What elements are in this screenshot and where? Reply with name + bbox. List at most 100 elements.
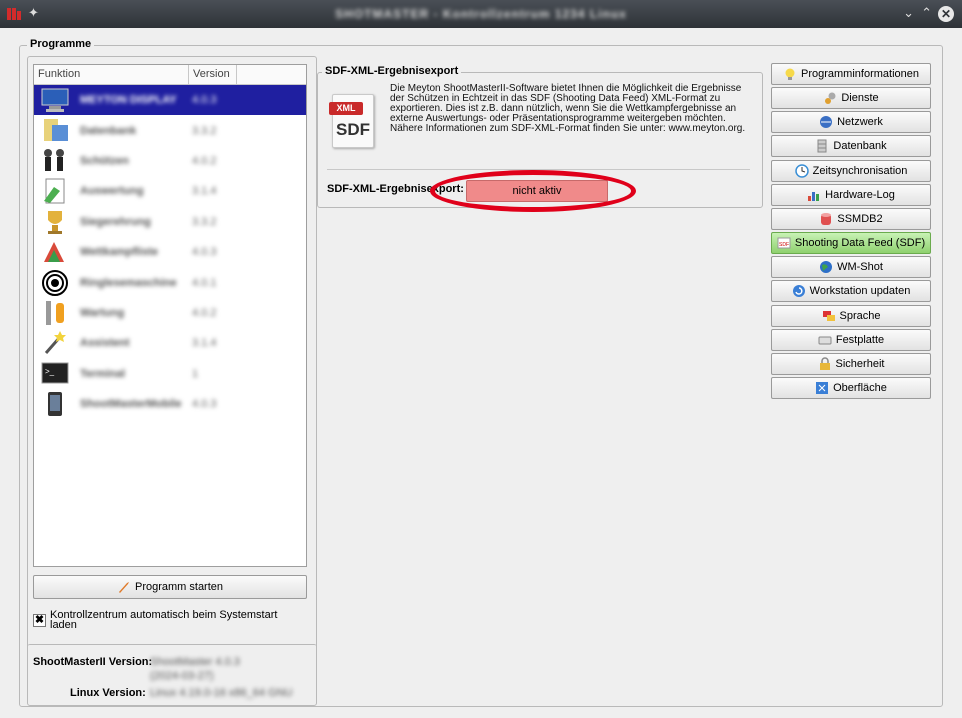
program-version: 3.3.2 <box>192 215 217 228</box>
program-version: 4.0.2 <box>192 306 217 319</box>
gears-icon <box>823 91 837 105</box>
maximize-button[interactable]: ⌃ <box>921 5 932 21</box>
nav-button-zeitsynchronisation[interactable]: Zeitsynchronisation <box>771 159 931 182</box>
nav-button-sprache[interactable]: Sprache <box>771 304 931 327</box>
mobile-icon <box>40 390 72 418</box>
program-list-row[interactable]: >_ Terminal 1 <box>34 359 306 389</box>
shootmaster-version-label: ShootMasterII Version: <box>33 656 153 668</box>
program-version: 4.0.3 <box>192 246 217 259</box>
program-name: Schützen <box>80 154 129 167</box>
computer-icon <box>40 86 72 114</box>
program-version: 4.0.1 <box>192 276 217 289</box>
nav-button-label: Datenbank <box>833 140 887 153</box>
chart-icon <box>807 188 821 202</box>
program-list-row[interactable]: Assistent 3.1.4 <box>34 328 306 358</box>
program-version: 3.1.4 <box>192 185 217 198</box>
autostart-checkbox[interactable]: ✖ <box>33 614 46 627</box>
target-icon <box>40 269 72 297</box>
nav-button-label: Shooting Data Feed (SDF) <box>794 237 926 250</box>
column-header-funktion[interactable]: Funktion <box>34 65 189 84</box>
nav-button-workstation-updaten[interactable]: Workstation updaten <box>771 280 931 303</box>
nav-button-oberfl-che[interactable]: Oberfläche <box>771 376 931 399</box>
program-name: MEYTON DISPLAY <box>80 94 177 107</box>
trophy-icon <box>40 208 72 236</box>
nav-button-label: Hardware-Log <box>825 188 895 201</box>
minimize-button[interactable]: ⌄ <box>903 5 914 21</box>
program-list-row[interactable]: Wartung 4.0.2 <box>34 298 306 328</box>
program-version: 4.0.3 <box>192 398 217 411</box>
programme-group-title: Programme <box>27 38 95 50</box>
lock-icon <box>818 357 832 371</box>
autostart-label: Kontrollzentrum automatisch beim Systems… <box>50 609 278 631</box>
wand-icon <box>40 329 72 357</box>
program-name: Datenbank <box>80 124 137 137</box>
nav-button-programminformationen[interactable]: Programminformationen <box>771 63 931 85</box>
start-program-label: Programm starten <box>134 581 224 593</box>
network-icon <box>819 115 833 129</box>
nav-button-shooting-data-feed-sdf[interactable]: SDF Shooting Data Feed (SDF) <box>771 232 931 255</box>
program-list[interactable]: Funktion Version MEYTON DISPLAY 4.0.3 Date… <box>33 64 307 567</box>
program-name: Wartung <box>80 306 125 319</box>
nav-button-sicherheit[interactable]: Sicherheit <box>771 352 931 375</box>
nav-button-hardware-log[interactable]: Hardware-Log <box>771 183 931 206</box>
program-list-row[interactable]: Schützen 4.0.2 <box>34 146 306 176</box>
start-program-button[interactable]: Programm starten <box>33 575 307 599</box>
rocket-icon <box>117 582 129 593</box>
sdf-description: Die Meyton ShootMasterII-Software bietet… <box>390 83 746 134</box>
linux-version-label: Linux Version: <box>70 687 146 699</box>
program-version: 3.3.2 <box>192 124 217 137</box>
title-bar: ✦ SHOTMASTER - Kontrollzentrum 1234 Linu… <box>0 0 962 28</box>
nav-button-dienste[interactable]: Dienste <box>771 87 931 110</box>
program-name: Siegerehrung <box>80 215 151 228</box>
nav-button-label: Sprache <box>839 309 881 322</box>
program-version: 1 <box>192 367 199 380</box>
program-list-row[interactable]: MEYTON DISPLAY 4.0.3 <box>34 85 306 116</box>
nav-button-label: Workstation updaten <box>809 285 911 298</box>
sdf-group-title: SDF-XML-Ergebnisexport <box>322 65 462 77</box>
recycle-icon <box>40 238 72 266</box>
sdf-xml-icon: XML SDF <box>326 90 378 152</box>
nav-button-label: Netzwerk <box>837 116 883 129</box>
program-name: Ringlesemaschine <box>80 276 177 289</box>
nav-button-datenbank[interactable]: Datenbank <box>771 135 931 158</box>
nav-button-label: Sicherheit <box>835 357 885 370</box>
report-icon <box>40 177 72 205</box>
sdf-icon-text: SDF <box>336 120 370 139</box>
close-button[interactable]: ✕ <box>938 6 954 22</box>
nav-button-wm-shot[interactable]: WM-Shot <box>771 256 931 279</box>
database-icon <box>40 117 72 145</box>
highlight-oval <box>430 170 636 212</box>
nav-button-label: Festplatte <box>835 333 885 346</box>
svg-text:>_: >_ <box>45 367 55 376</box>
tools-icon <box>40 299 72 327</box>
clock-icon <box>794 163 809 178</box>
program-list-row[interactable]: ShootMasterMobile 4.0.3 <box>34 389 306 419</box>
program-version: 3.1.4 <box>192 337 217 350</box>
program-name: Assistent <box>80 337 130 350</box>
flags-icon <box>822 309 836 323</box>
db-red-icon <box>819 212 833 226</box>
shootmaster-version-date: (2024-03-27) <box>150 670 214 682</box>
svg-text:SDF: SDF <box>779 242 789 248</box>
nav-button-label: SSMDB2 <box>837 212 883 225</box>
desktop-icon <box>815 381 829 395</box>
update-icon <box>792 284 806 298</box>
nav-button-festplatte[interactable]: Festplatte <box>771 328 931 351</box>
program-name: ShootMasterMobile <box>80 398 182 411</box>
globe-icon <box>819 260 833 274</box>
window-title: SHOTMASTER - Kontrollzentrum 1234 Linux <box>335 7 627 21</box>
program-name: Terminal <box>80 367 126 380</box>
lightbulb-icon <box>783 67 797 81</box>
nav-button-label: WM-Shot <box>837 261 883 274</box>
terminal-icon: >_ <box>40 360 72 388</box>
column-header-version[interactable]: Version <box>189 65 237 84</box>
database-icon <box>815 139 829 153</box>
list-header: Funktion Version <box>34 65 306 85</box>
nav-button-netzwerk[interactable]: Netzwerk <box>771 111 931 134</box>
program-list-row[interactable]: Siegerehrung 3.3.2 <box>34 207 306 237</box>
program-list-row[interactable]: Wettkampfliste 4.0.3 <box>34 237 306 267</box>
program-list-row[interactable]: Ringlesemaschine 4.0.1 <box>34 267 306 297</box>
program-list-row[interactable]: Auswertung 3.1.4 <box>34 176 306 206</box>
program-list-row[interactable]: Datenbank 3.3.2 <box>34 115 306 145</box>
nav-button-ssmdb2[interactable]: SSMDB2 <box>771 207 931 230</box>
